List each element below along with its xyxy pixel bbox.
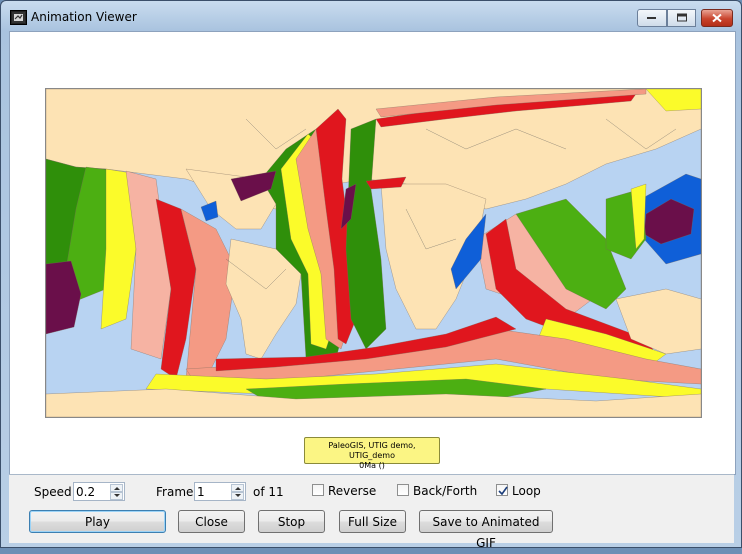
viewer-client-area: PaleoGIS, UTIG demo, UTIG_demo 0Ma () <box>9 31 736 475</box>
frame-spinner[interactable] <box>194 482 246 501</box>
maximize-icon <box>676 13 687 22</box>
checkmark-icon <box>498 486 508 496</box>
controls-panel: Speed: Frame: of 11 Reverse Back/Forth L… <box>9 474 734 550</box>
animation-viewer-window: Animation Viewer PaleoGIS, UTIG demo, UT… <box>0 0 742 550</box>
loop-checkbox[interactable] <box>496 484 508 496</box>
minimize-icon <box>647 17 656 19</box>
title-bar[interactable]: Animation Viewer <box>1 1 741 31</box>
window-title: Animation Viewer <box>31 10 137 24</box>
speed-up-arrow-icon[interactable] <box>110 484 123 492</box>
loop-label[interactable]: Loop <box>512 484 541 498</box>
speed-down-arrow-icon[interactable] <box>110 492 123 500</box>
caption-line-2: 0Ma () <box>359 461 385 470</box>
play-button[interactable]: Play <box>29 510 166 533</box>
frame-up-arrow-icon[interactable] <box>231 484 244 492</box>
close-window-button[interactable] <box>701 9 733 27</box>
close-icon <box>712 13 722 23</box>
app-film-icon <box>10 10 27 25</box>
frame-down-arrow-icon[interactable] <box>231 492 244 500</box>
frame-input[interactable] <box>197 484 233 499</box>
speed-input[interactable] <box>76 484 112 499</box>
maximize-button[interactable] <box>667 9 696 27</box>
full-size-button[interactable]: Full Size <box>339 510 406 533</box>
backforth-label[interactable]: Back/Forth <box>413 484 477 498</box>
reverse-label[interactable]: Reverse <box>328 484 376 498</box>
speed-spinner[interactable] <box>73 482 125 501</box>
frame-label: Frame: <box>156 485 198 499</box>
map-caption-label: PaleoGIS, UTIG demo, UTIG_demo 0Ma () <box>304 437 440 470</box>
close-button[interactable]: Close <box>178 510 245 533</box>
caption-line-1: PaleoGIS, UTIG demo, UTIG_demo <box>328 441 416 460</box>
backforth-checkbox[interactable] <box>397 484 409 496</box>
minimize-button[interactable] <box>637 9 667 27</box>
save-gif-button[interactable]: Save to Animated GIF <box>419 510 553 550</box>
reverse-checkbox[interactable] <box>312 484 324 496</box>
frame-total: of 11 <box>253 485 284 499</box>
plate-reconstruction-map <box>46 89 701 417</box>
speed-label: Speed: <box>34 485 76 499</box>
stop-button[interactable]: Stop <box>258 510 325 533</box>
paleo-map-image <box>45 88 702 418</box>
